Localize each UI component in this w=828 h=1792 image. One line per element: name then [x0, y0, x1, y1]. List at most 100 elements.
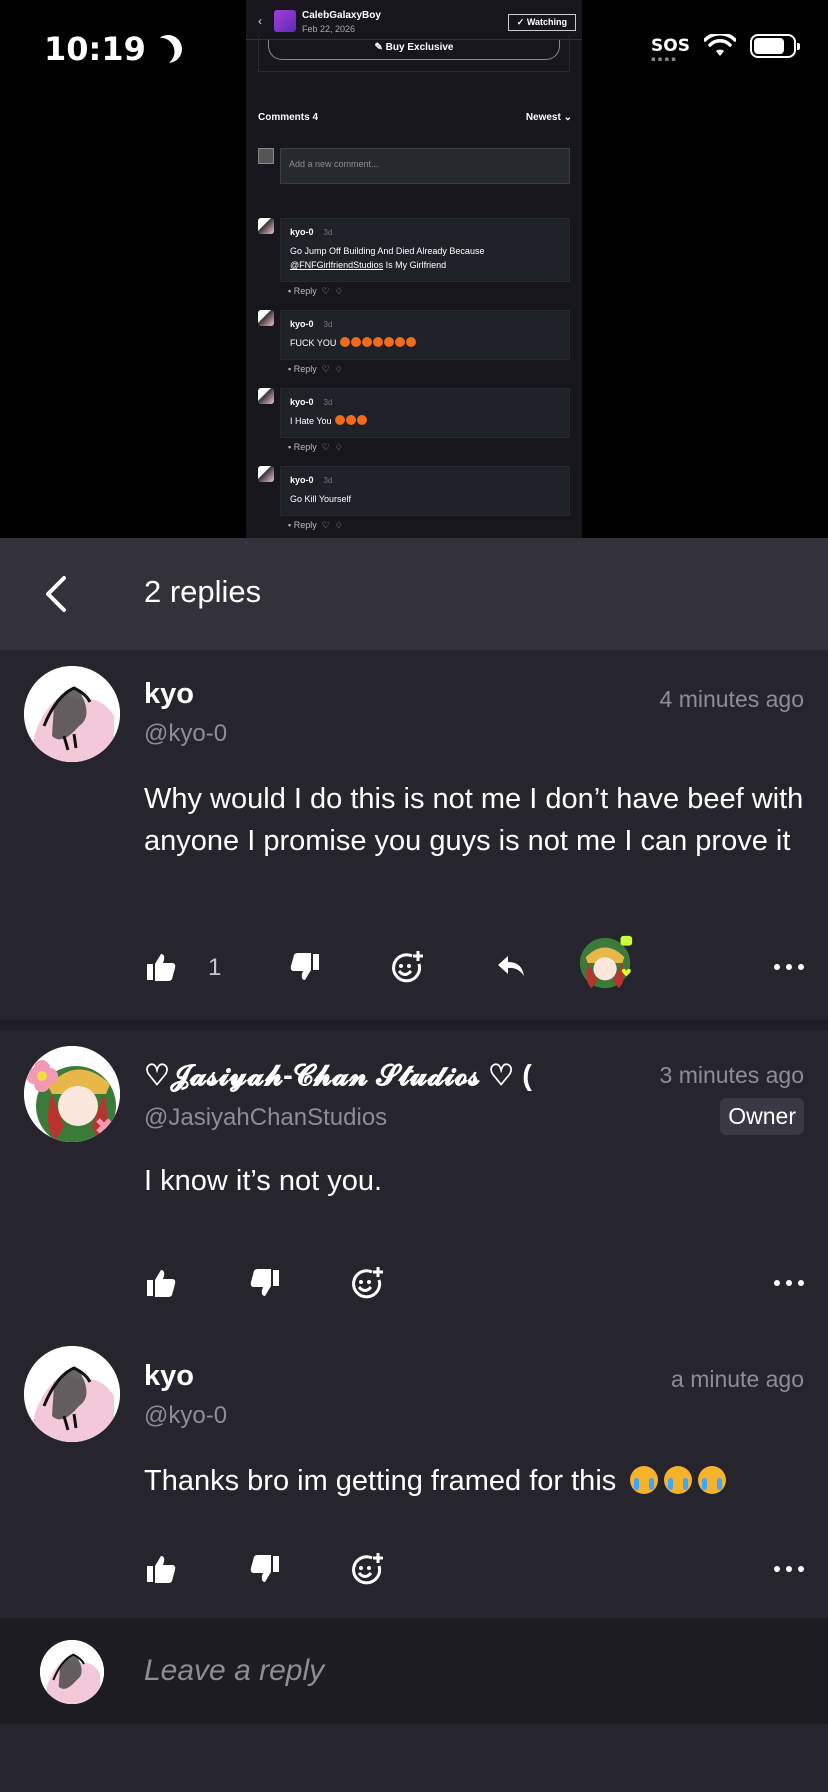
dislike-button[interactable]	[248, 1266, 282, 1300]
embed-comment-user: kyo-0	[290, 319, 314, 329]
reply-handle[interactable]: @JasiyahChanStudios	[144, 1104, 387, 1132]
like-button[interactable]	[144, 1552, 178, 1586]
more-options-button[interactable]	[772, 950, 806, 984]
embed-buy-label: Buy Exclusive	[385, 42, 454, 53]
reply-item: ♡𝓙𝓪𝓼𝓲𝔂𝓪𝓱-𝓒𝓱𝓪𝓷 𝓢𝓽𝓾𝓭𝓲𝓸𝓼 ♡ ( @JasiyahChanSt…	[0, 1030, 828, 1330]
reply-handle[interactable]: @kyo-0	[144, 720, 227, 748]
embed-comment-box: kyo-0 3d FUCK YOU	[280, 310, 570, 360]
dislike-button[interactable]	[288, 950, 322, 984]
moon-icon	[150, 31, 186, 67]
more-horizontal-icon	[774, 964, 804, 970]
embed-comment-mention: @FNFGirlfriendStudios	[290, 260, 384, 270]
thumbs-down-icon	[290, 953, 319, 980]
wifi-icon	[703, 32, 737, 58]
like-button[interactable]	[144, 950, 178, 984]
reply-timestamp: a minute ago	[671, 1366, 804, 1392]
embed-comments-label: Comments 4	[258, 112, 319, 123]
avatar[interactable]	[24, 666, 120, 762]
embed-comment-input: Add a new comment...	[280, 148, 570, 184]
reply-arrow-icon	[498, 956, 524, 976]
embed-sort-label: Newest	[525, 112, 561, 123]
embed-user-avatar	[258, 148, 274, 164]
crying-emoji-icon	[630, 1466, 659, 1494]
add-reaction-button[interactable]	[350, 1552, 384, 1586]
reply-text: I know it’s not you.	[144, 1165, 383, 1197]
embed-reply-label: Reply	[293, 286, 317, 296]
owner-badge: Owner	[720, 1098, 804, 1135]
embed-comment-avatar	[258, 388, 274, 404]
reply-username[interactable]: kyo	[144, 1360, 194, 1393]
add-reaction-button[interactable]	[350, 1266, 384, 1300]
embed-comment-text: Go Kill Yourself	[290, 494, 352, 504]
embed-comment-text: FUCK YOU	[290, 338, 337, 348]
avatar[interactable]	[24, 1346, 120, 1442]
dislike-button[interactable]	[248, 1552, 282, 1586]
embedded-screenshot: ‹ CalebGalaxyBoy Feb 22, 2026 ✓ Watching…	[246, 0, 582, 538]
reply-timestamp: 4 minutes ago	[659, 686, 804, 712]
chevron-down-icon: ⌄	[563, 112, 572, 123]
replies-header: 2 replies	[0, 538, 828, 650]
embed-comment-box: kyo-0 3d Go Jump Off Building And Died Al…	[280, 218, 570, 282]
reply-username[interactable]: ♡𝓙𝓪𝓼𝓲𝔂𝓪𝓱-𝓒𝓱𝓪𝓷 𝓢𝓽𝓾𝓭𝓲𝓸𝓼 ♡ (	[144, 1058, 614, 1093]
thumbs-up-icon	[147, 1270, 176, 1297]
tag-icon: ✎	[374, 42, 386, 53]
sos-indicator: SOS	[651, 37, 690, 63]
bottom-safe-area	[0, 1724, 828, 1792]
reply-button[interactable]	[494, 950, 528, 984]
embed-comment-ago: 3d	[323, 320, 333, 329]
channel-thumbnail	[274, 10, 296, 32]
embed-comment-text: Go Jump Off Building And Died Already Be…	[290, 246, 485, 256]
reply-text: Thanks bro im getting framed for this	[144, 1460, 804, 1502]
reply-input[interactable]: Leave a reply	[144, 1654, 324, 1688]
embed-date: Feb 22, 2026	[302, 24, 356, 34]
embed-comment-actions: ▪ Reply ♡ ♢	[288, 520, 343, 530]
embed-comment-actions: ▪ Reply ♡ ♢	[288, 442, 343, 452]
status-indicators: SOS	[651, 32, 800, 63]
reply-timestamp: 3 minutes ago	[659, 1062, 804, 1088]
embed-comment-avatar	[258, 466, 274, 482]
thumbs-up-icon	[147, 954, 176, 981]
thumbs-down-icon	[250, 1555, 279, 1582]
add-emoji-icon	[392, 951, 423, 983]
embed-header: ‹ CalebGalaxyBoy Feb 22, 2026 ✓ Watching	[246, 0, 582, 40]
embed-watching-badge: ✓ Watching	[507, 14, 576, 31]
battery-icon	[750, 34, 800, 58]
reply-divider	[0, 1020, 828, 1030]
reply-handle[interactable]: @kyo-0	[144, 1402, 227, 1430]
crying-emoji-icon	[698, 1466, 727, 1494]
add-reaction-button[interactable]	[390, 950, 424, 984]
embed-comment-user: kyo-0	[290, 475, 314, 485]
like-button[interactable]	[144, 1266, 178, 1300]
top-media-area: ‹ CalebGalaxyBoy Feb 22, 2026 ✓ Watching…	[0, 0, 828, 538]
like-count: 1	[208, 954, 222, 981]
embed-comment-avatar	[258, 218, 274, 234]
reply-composer[interactable]: Leave a reply	[0, 1618, 828, 1724]
back-button[interactable]	[38, 574, 78, 614]
more-horizontal-icon	[774, 1280, 804, 1286]
chevron-left-icon: ‹	[258, 14, 262, 28]
more-options-button[interactable]	[772, 1552, 806, 1586]
reply-username[interactable]: kyo	[144, 678, 194, 711]
replies-count-title: 2 replies	[144, 574, 262, 609]
chevron-left-icon	[46, 576, 66, 612]
embed-comment-box: kyo-0 3d I Hate You	[280, 388, 570, 438]
more-options-button[interactable]	[772, 1266, 806, 1300]
avatar[interactable]	[24, 1046, 120, 1142]
embed-reply-label: Reply	[293, 442, 317, 452]
status-time-text: 10:19	[44, 30, 146, 68]
add-emoji-icon	[352, 1267, 383, 1299]
angry-emoji	[334, 415, 368, 426]
thumbs-down-icon	[250, 1269, 279, 1296]
reply-item: kyo @kyo-0 a minute ago Thanks bro im ge…	[0, 1330, 828, 1618]
embed-comment-ago: 3d	[323, 228, 333, 237]
embed-comment-text: I Hate You	[290, 416, 332, 426]
embed-reply-label: Reply	[293, 520, 317, 530]
embed-comment-ago: 3d	[323, 476, 333, 485]
embed-comment-avatar	[258, 310, 274, 326]
embed-comment-actions: ▪ Reply ♡ ♢	[288, 286, 343, 296]
add-emoji-icon	[352, 1553, 383, 1585]
reply-item: kyo @kyo-0 4 minutes ago Why would I do …	[0, 650, 828, 1030]
angry-emoji	[339, 337, 416, 348]
status-time: 10:19	[44, 30, 182, 68]
reply-text: Why would I do this is not me I don’t ha…	[144, 783, 804, 857]
